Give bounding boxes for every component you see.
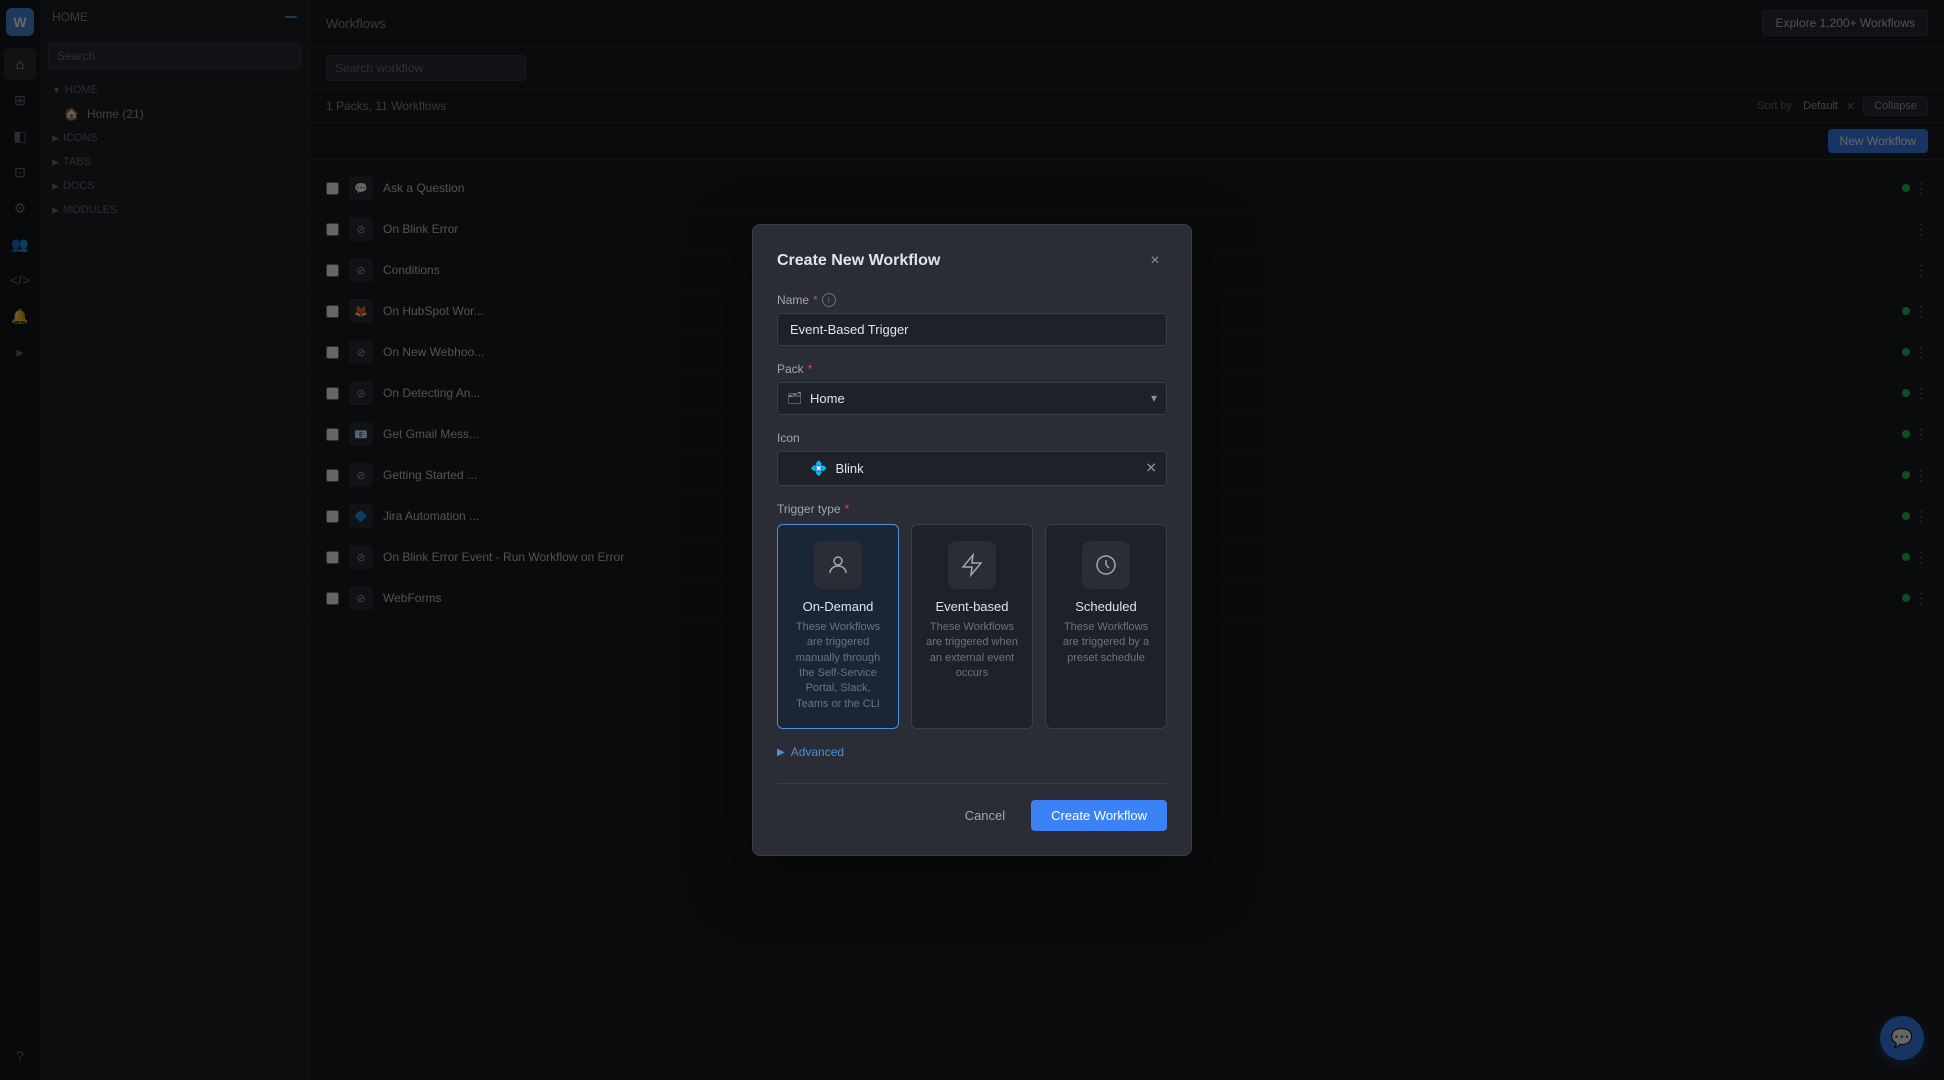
trigger-card-scheduled[interactable]: Scheduled These Workflows are triggered … <box>1045 524 1167 729</box>
icon-field: 💠 Blink ✕ <box>777 451 1167 486</box>
trigger-label-text: Trigger type <box>777 502 841 516</box>
modal-title: Create New Workflow <box>777 252 940 270</box>
icon-label: Icon <box>777 431 1167 445</box>
cancel-button[interactable]: Cancel <box>949 800 1021 831</box>
required-star-trigger: * <box>845 502 850 516</box>
required-star: * <box>813 293 818 307</box>
icon-value-text: Blink <box>835 461 863 476</box>
advanced-label: Advanced <box>791 745 844 759</box>
pack-select-wrapper: 🗂 Home ▾ <box>777 382 1167 415</box>
workflow-name-input[interactable] <box>777 313 1167 346</box>
icon-field-group: Icon 💠 Blink ✕ <box>777 431 1167 486</box>
trigger-label: Trigger type * <box>777 502 1167 516</box>
pack-field-group: Pack * 🗂 Home ▾ <box>777 362 1167 415</box>
scheduled-icon <box>1082 541 1130 589</box>
trigger-type-group: Trigger type * On-Demand These Workflows… <box>777 502 1167 729</box>
modal-footer: Cancel Create Workflow <box>777 783 1167 831</box>
icon-field-display[interactable]: 💠 Blink <box>777 451 1167 486</box>
on-demand-title: On-Demand <box>790 599 886 614</box>
modal-header: Create New Workflow × <box>777 249 1167 273</box>
scheduled-title: Scheduled <box>1058 599 1154 614</box>
name-label-text: Name <box>777 293 809 307</box>
trigger-card-event-based[interactable]: Event-based These Workflows are triggere… <box>911 524 1033 729</box>
info-icon[interactable]: i <box>822 293 836 307</box>
name-label: Name * i <box>777 293 1167 307</box>
pack-select[interactable]: Home <box>777 382 1167 415</box>
modal-overlay: Create New Workflow × Name * i Pack * 🗂 … <box>0 0 1944 1080</box>
pack-folder-icon: 🗂 <box>787 391 802 405</box>
blink-icon: 💠 <box>810 460 827 477</box>
name-field-group: Name * i <box>777 293 1167 346</box>
advanced-toggle[interactable]: ▶ Advanced <box>777 745 1167 759</box>
pack-label-text: Pack <box>777 362 804 376</box>
clear-icon-button[interactable]: ✕ <box>1145 460 1157 477</box>
trigger-cards-container: On-Demand These Workflows are triggered … <box>777 524 1167 729</box>
scheduled-desc: These Workflows are triggered by a prese… <box>1058 620 1154 666</box>
create-workflow-button[interactable]: Create Workflow <box>1031 800 1167 831</box>
pack-label: Pack * <box>777 362 1167 376</box>
on-demand-icon <box>814 541 862 589</box>
close-button[interactable]: × <box>1143 249 1167 273</box>
trigger-card-on-demand[interactable]: On-Demand These Workflows are triggered … <box>777 524 899 729</box>
create-workflow-modal: Create New Workflow × Name * i Pack * 🗂 … <box>752 224 1192 856</box>
chevron-right-icon-advanced: ▶ <box>777 747 785 758</box>
event-based-desc: These Workflows are triggered when an ex… <box>924 620 1020 682</box>
event-based-title: Event-based <box>924 599 1020 614</box>
required-star-pack: * <box>808 362 813 376</box>
on-demand-desc: These Workflows are triggered manually t… <box>790 620 886 712</box>
icon-label-text: Icon <box>777 431 800 445</box>
event-based-icon <box>948 541 996 589</box>
